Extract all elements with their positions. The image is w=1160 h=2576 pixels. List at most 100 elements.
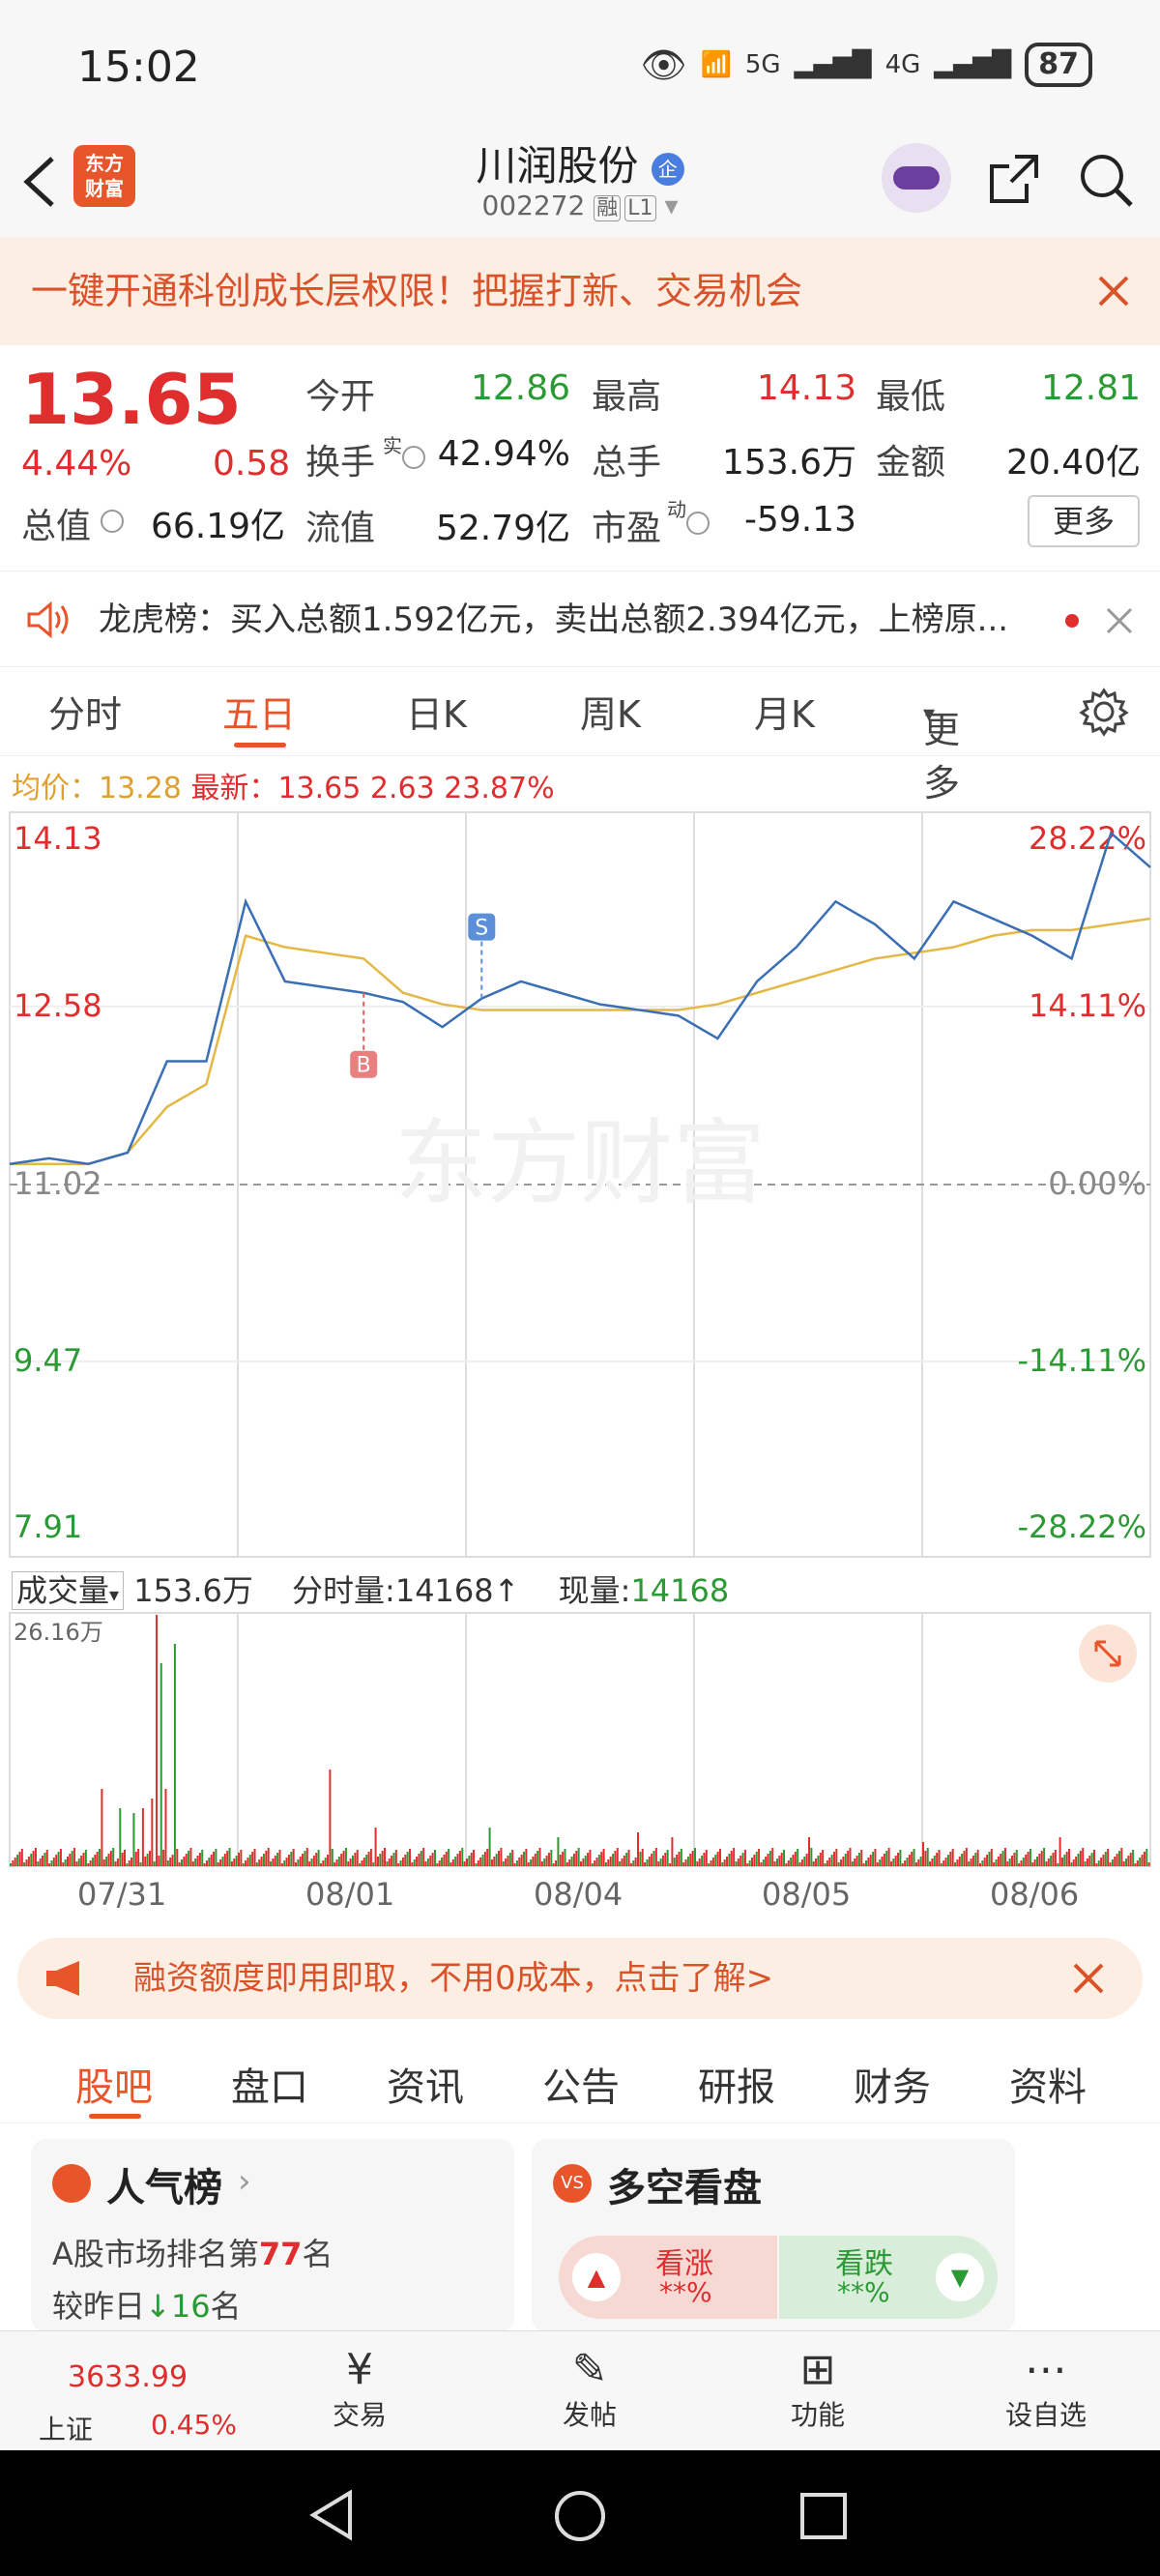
more-quote-button[interactable]: 更多 bbox=[1028, 495, 1140, 547]
volume-bar bbox=[637, 1832, 639, 1866]
volume-bar bbox=[109, 1851, 112, 1866]
tab-monthly-k[interactable]: 月K bbox=[754, 685, 815, 738]
latest-change: 2.63 bbox=[369, 772, 435, 805]
volume-bar bbox=[248, 1855, 251, 1866]
volume-bar bbox=[856, 1856, 858, 1866]
volume-bar bbox=[798, 1862, 801, 1866]
volume-bar bbox=[208, 1858, 211, 1866]
volume-bar bbox=[726, 1857, 729, 1866]
post-button[interactable]: ✎ 发帖 bbox=[522, 2345, 657, 2433]
volume-bar bbox=[418, 1854, 420, 1866]
volume-bar bbox=[1065, 1852, 1068, 1866]
volume-bar bbox=[733, 1848, 736, 1866]
volume-bar bbox=[89, 1860, 92, 1866]
close-icon[interactable] bbox=[1071, 1961, 1106, 1996]
volume-bar bbox=[287, 1855, 290, 1866]
volume-bar bbox=[513, 1863, 516, 1866]
volume-bar bbox=[468, 1856, 471, 1866]
triangle-up-icon: ▲ bbox=[572, 2253, 621, 2301]
volume-bar bbox=[904, 1860, 907, 1866]
section-tab[interactable]: 盘口 bbox=[231, 2056, 308, 2112]
volume-bar bbox=[933, 1856, 936, 1866]
volume-bar bbox=[970, 1859, 972, 1866]
volume-bar bbox=[740, 1856, 742, 1866]
lhb-notice[interactable]: 龙虎榜：买入总额1.592亿元，卖出总额2.394亿元，上榜原... bbox=[0, 571, 1160, 667]
section-tab[interactable]: 财务 bbox=[854, 2056, 931, 2112]
volume-bar bbox=[344, 1848, 347, 1866]
volume-bar bbox=[416, 1857, 419, 1866]
volume-bar bbox=[433, 1850, 436, 1866]
section-tab[interactable]: 股吧 bbox=[75, 2056, 153, 2112]
section-tab[interactable]: 研报 bbox=[698, 2056, 775, 2112]
volume-bar bbox=[721, 1862, 724, 1866]
stock-name: 川润股份 bbox=[476, 142, 639, 190]
volume-bar bbox=[324, 1858, 327, 1866]
volume-bar bbox=[30, 1854, 33, 1866]
volume-bar bbox=[10, 1863, 12, 1866]
nav-recents-icon[interactable] bbox=[798, 2491, 849, 2541]
volume-bar bbox=[965, 1848, 968, 1866]
volume-bar bbox=[894, 1856, 897, 1866]
index-value[interactable]: 3633.99 bbox=[68, 2360, 188, 2394]
close-icon[interactable] bbox=[1105, 606, 1134, 635]
volume-bar bbox=[278, 1850, 281, 1866]
promo-bar[interactable]: 一键开通科创成长层权限！把握打新、交易机会 bbox=[0, 237, 1160, 345]
volume-bar bbox=[837, 1862, 840, 1866]
volume-bar bbox=[1027, 1852, 1030, 1866]
share-icon[interactable] bbox=[986, 151, 1042, 207]
volume-bar bbox=[422, 1848, 425, 1866]
volume-bar bbox=[335, 1859, 338, 1866]
tab-daily-k[interactable]: 日K bbox=[406, 685, 467, 738]
robot-assistant-icon[interactable] bbox=[882, 143, 951, 213]
info-icon[interactable] bbox=[402, 446, 425, 469]
volume-bar bbox=[703, 1853, 706, 1866]
volume-bar bbox=[445, 1852, 448, 1866]
volume-bar bbox=[518, 1858, 521, 1866]
search-icon[interactable] bbox=[1077, 151, 1135, 209]
tab-weekly-k[interactable]: 周K bbox=[580, 685, 641, 738]
mcap-value: 66.19亿 bbox=[151, 507, 286, 546]
speaker-icon bbox=[27, 600, 69, 639]
volume-bar bbox=[308, 1861, 311, 1866]
x-tick-label: 08/01 bbox=[305, 1876, 395, 1913]
index-name[interactable]: 上证 bbox=[39, 2409, 93, 2447]
volume-bar bbox=[158, 1856, 160, 1866]
settings-gear-icon[interactable] bbox=[1079, 687, 1129, 737]
volume-bar bbox=[988, 1852, 991, 1866]
tab-five-day[interactable]: 五日 bbox=[222, 685, 296, 738]
nav-home-icon[interactable] bbox=[553, 2489, 607, 2543]
bear-button[interactable]: 看跌 **% ▼ bbox=[779, 2236, 998, 2319]
volume-bar bbox=[794, 1852, 797, 1866]
section-tab[interactable]: 公告 bbox=[542, 2056, 620, 2112]
section-tab[interactable]: 资料 bbox=[1009, 2056, 1087, 2112]
bull-bear-card[interactable]: VS 多空看盘 ▲ 看涨 **% 看跌 **% ▼ bbox=[532, 2139, 1015, 2332]
volume-selector[interactable]: 成交量▾ bbox=[12, 1571, 125, 1610]
popularity-card[interactable]: 人气榜 › A股市场排名第77名 较昨日↓16名 bbox=[31, 2139, 514, 2332]
tab-intraday[interactable]: 分时 bbox=[48, 685, 122, 738]
close-icon[interactable] bbox=[1096, 274, 1131, 308]
nav-back-icon[interactable] bbox=[307, 2489, 356, 2541]
volume-bar bbox=[623, 1856, 625, 1866]
volume-chart[interactable]: 26.16万 bbox=[0, 1611, 1160, 1870]
volume-bar bbox=[810, 1848, 813, 1866]
function-button[interactable]: ⊞ 功能 bbox=[750, 2345, 885, 2433]
volume-bar bbox=[954, 1862, 957, 1866]
arrow-down-icon: ↓ bbox=[145, 2288, 171, 2325]
trade-button[interactable]: ¥ 交易 bbox=[292, 2345, 427, 2433]
chart-icon bbox=[52, 2164, 91, 2203]
index-pct[interactable]: 0.45% bbox=[151, 2409, 237, 2441]
volume-bar bbox=[146, 1854, 149, 1866]
volume-bar bbox=[946, 1855, 949, 1866]
volume-bar bbox=[961, 1854, 964, 1866]
add-watchlist-button[interactable]: ⋯ 设自选 bbox=[978, 2345, 1114, 2433]
bull-button[interactable]: ▲ 看涨 **% bbox=[559, 2236, 777, 2319]
volume-bar bbox=[23, 1862, 26, 1866]
volume-bar bbox=[817, 1856, 820, 1866]
price-chart[interactable]: 东方财富 14.13 28.22% 12.58 14.11% 11.02 0.00% 9.4… bbox=[0, 808, 1160, 1559]
volume-bar bbox=[534, 1854, 536, 1866]
volume-bar bbox=[1022, 1858, 1025, 1866]
dropdown-icon: ▾ bbox=[923, 700, 936, 727]
section-tab[interactable]: 资讯 bbox=[387, 2056, 464, 2112]
info-icon[interactable] bbox=[101, 510, 124, 533]
financing-banner[interactable]: 融资额度即用即取，不用0成本，点击了解> bbox=[17, 1938, 1143, 2019]
